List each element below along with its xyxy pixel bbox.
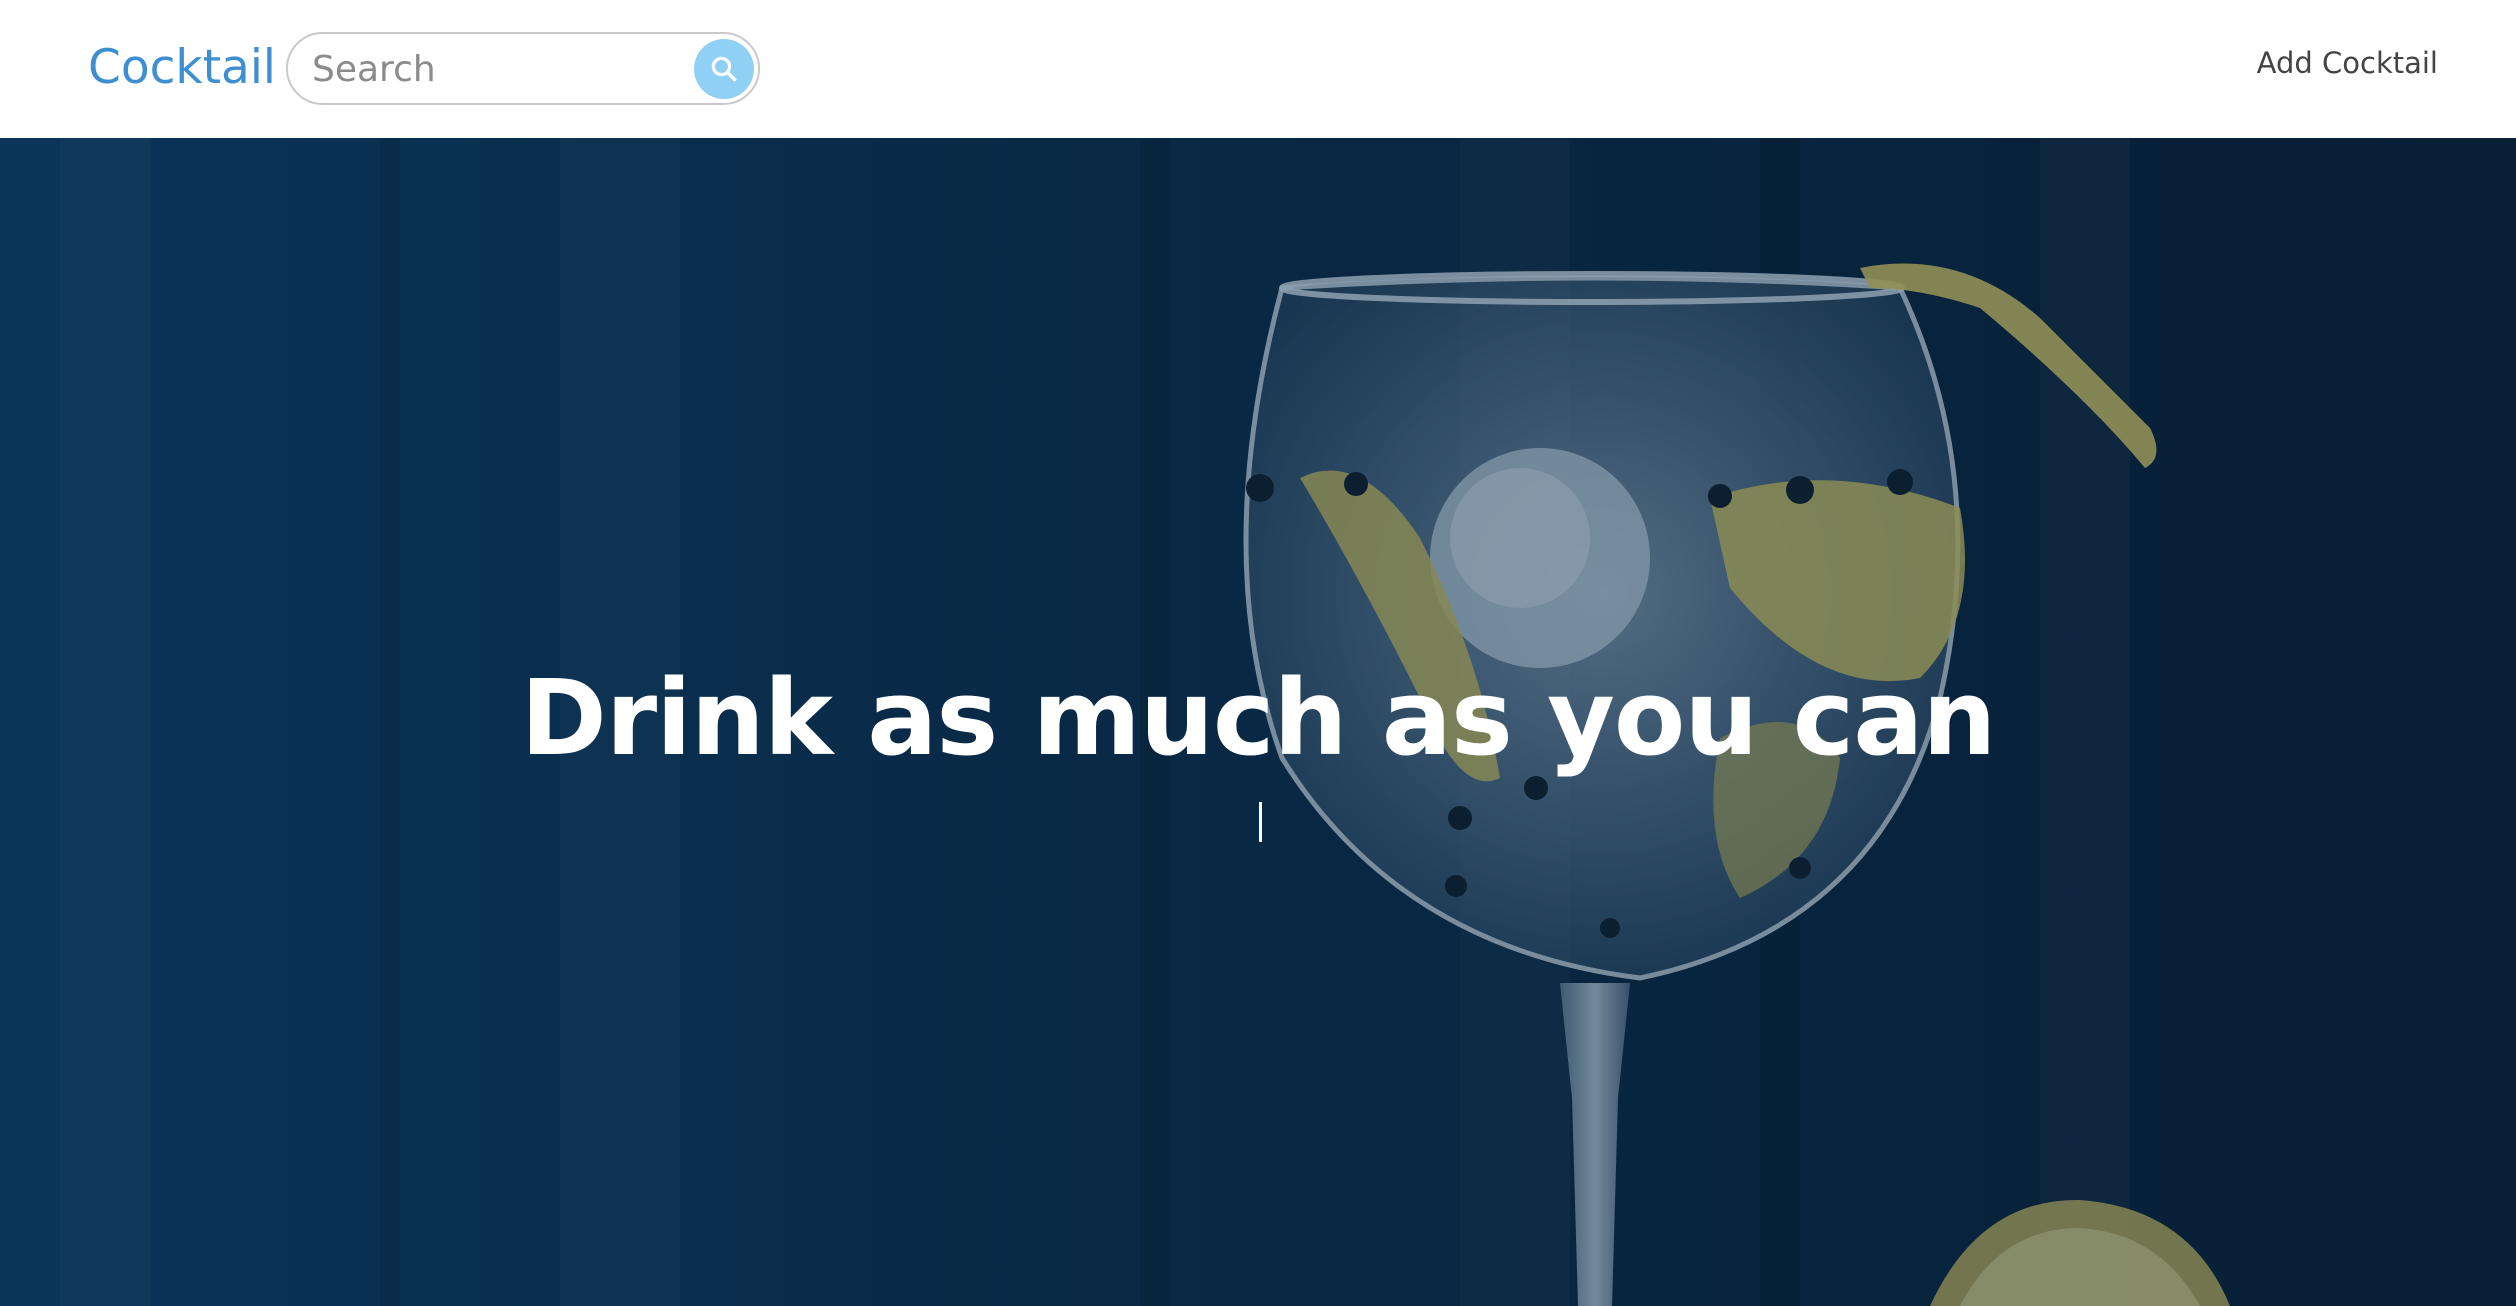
typing-cursor (1259, 802, 1262, 842)
search-box (286, 32, 760, 105)
hero-banner: Drink as much as you can (0, 138, 2516, 1306)
search-input[interactable] (312, 44, 692, 94)
search-button[interactable] (694, 39, 754, 99)
brand-logo-link[interactable]: Cocktail (88, 36, 276, 100)
add-cocktail-link[interactable]: Add Cocktail (2257, 46, 2438, 80)
hero-title: Drink as much as you can (520, 657, 1997, 779)
search-icon (711, 56, 737, 82)
top-navbar: Cocktail Add Cocktail (0, 0, 2516, 138)
